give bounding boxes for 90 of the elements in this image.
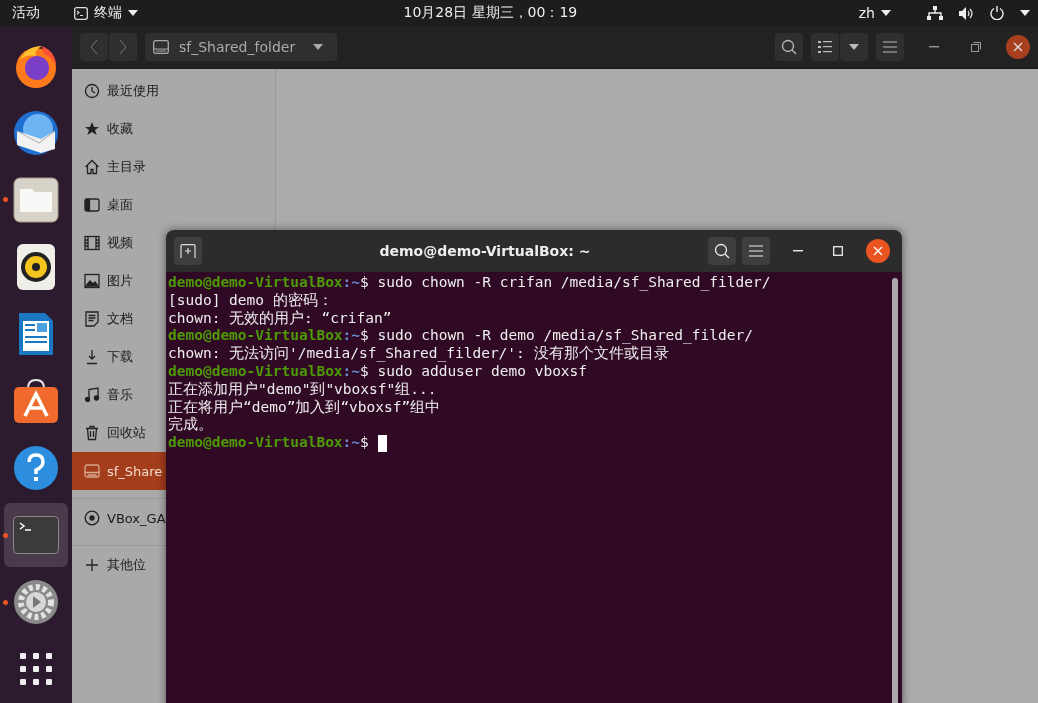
- menu-icon: [883, 41, 897, 53]
- caret-icon: [881, 10, 891, 16]
- activities-button[interactable]: 活动: [12, 4, 40, 22]
- clock[interactable]: 10月28日 星期三，00：19: [403, 4, 578, 22]
- restore-icon: [971, 42, 981, 52]
- shopping-bag-icon[interactable]: [13, 378, 59, 424]
- speaker-icon[interactable]: [17, 243, 55, 290]
- close-icon: [873, 246, 883, 256]
- list-view-button[interactable]: [811, 33, 839, 61]
- help-icon[interactable]: [13, 445, 59, 492]
- new-tab-button[interactable]: [174, 237, 202, 265]
- close-button[interactable]: [1006, 35, 1030, 59]
- close-button[interactable]: [866, 239, 890, 263]
- command-text: $ sudo adduser demo vboxsf: [360, 363, 588, 381]
- sidebar-item[interactable]: 文档: [72, 300, 166, 338]
- close-icon: [1013, 42, 1023, 52]
- sidebar-item[interactable]: 下载: [72, 338, 166, 376]
- music-note-icon: [84, 387, 100, 403]
- caret-icon: [313, 44, 323, 50]
- output-text: [sudo] demo 的密码：: [168, 291, 333, 310]
- document-icon: [84, 311, 100, 327]
- document-icon[interactable]: [17, 310, 55, 357]
- path-button[interactable]: sf_Shared_folder: [145, 33, 337, 61]
- power-icon[interactable]: [990, 6, 1004, 20]
- sidebar-item[interactable]: 最近使用: [72, 72, 166, 110]
- network-icon[interactable]: [927, 6, 943, 20]
- menu-icon: [749, 245, 763, 257]
- menu-button[interactable]: [742, 237, 770, 265]
- prompt-path: :~: [342, 363, 361, 381]
- maximize-icon: [833, 246, 843, 256]
- prompt-user: demo@demo-VirtualBox: [168, 434, 343, 452]
- app-grid-icon[interactable]: [20, 653, 52, 686]
- volume-icon[interactable]: [959, 6, 974, 20]
- drive-icon: [153, 40, 169, 54]
- menu-button[interactable]: [876, 33, 904, 61]
- star-icon: [84, 121, 100, 137]
- search-button[interactable]: [775, 33, 803, 61]
- home-icon: [84, 159, 100, 175]
- scrollbar[interactable]: [892, 278, 898, 703]
- trash-icon: [84, 425, 100, 441]
- command-text: $ sudo chown -R crifan /media/sf_Shared_filder/: [360, 274, 771, 292]
- prompt-path: :~: [342, 274, 361, 292]
- caret-icon: [849, 44, 859, 50]
- sidebar-item[interactable]: 视频: [72, 224, 166, 262]
- search-button[interactable]: [708, 237, 736, 265]
- clock-icon: [84, 83, 100, 99]
- minimize-icon: [929, 46, 939, 48]
- chevron-left-icon: [90, 39, 98, 55]
- sidebar-item[interactable]: 图片: [72, 262, 166, 300]
- search-icon: [714, 243, 730, 259]
- minimize-icon: [793, 250, 803, 252]
- sidebar-item[interactable]: 桌面: [72, 186, 166, 224]
- command-text: $ sudo chown -R demo /media/sf_Shared_filder/: [360, 327, 753, 345]
- drive-icon: [84, 463, 100, 479]
- film-icon: [84, 235, 100, 251]
- chevron-right-icon: [119, 39, 127, 55]
- disc-icon: [84, 510, 100, 526]
- gear-icon[interactable]: [13, 579, 59, 626]
- output-text: 完成。: [168, 416, 213, 435]
- window-title: demo@demo-VirtualBox: ~: [378, 243, 592, 259]
- sidebar-item[interactable]: sf_Share: [72, 452, 166, 490]
- image-icon: [84, 273, 100, 289]
- caret-icon: [128, 10, 138, 16]
- prompt-user: demo@demo-VirtualBox: [168, 327, 343, 345]
- input-method-menu[interactable]: zh: [858, 5, 891, 21]
- sidebar-item[interactable]: 收藏: [72, 110, 166, 148]
- desktop-icon: [84, 197, 100, 213]
- sidebar-item[interactable]: 音乐: [72, 376, 166, 414]
- output-text: chown: 无法访问'/media/sf_Shared_filder/': 没有那个文件或目录: [168, 345, 669, 363]
- terminal-icon: [74, 6, 88, 20]
- output-text: 正在将用户“demo”加入到“vboxsf”组中: [168, 398, 441, 416]
- caret-icon[interactable]: [1020, 10, 1030, 16]
- view-options-button[interactable]: [840, 33, 868, 61]
- list-icon: [818, 41, 832, 53]
- search-icon: [781, 39, 797, 55]
- app-menu[interactable]: 终端: [74, 4, 138, 22]
- output-text: 正在添加用户"demo"到"vboxsf"组...: [168, 380, 437, 399]
- command-text: $: [360, 434, 369, 452]
- sidebar-item[interactable]: 主目录: [72, 148, 166, 186]
- output-text: chown: 无效的用户: “crifan”: [168, 309, 392, 328]
- terminal-icon[interactable]: [13, 516, 59, 555]
- prompt-path: :~: [342, 434, 361, 452]
- plus-icon: [84, 557, 100, 573]
- prompt-user: demo@demo-VirtualBox: [168, 363, 343, 381]
- folder-icon[interactable]: [13, 176, 59, 223]
- download-icon: [84, 349, 100, 365]
- prompt-path: :~: [342, 327, 361, 346]
- prompt-user: demo@demo-VirtualBox: [168, 274, 343, 292]
- new-tab-icon: [180, 244, 196, 258]
- sidebar-item[interactable]: 回收站: [72, 414, 166, 452]
